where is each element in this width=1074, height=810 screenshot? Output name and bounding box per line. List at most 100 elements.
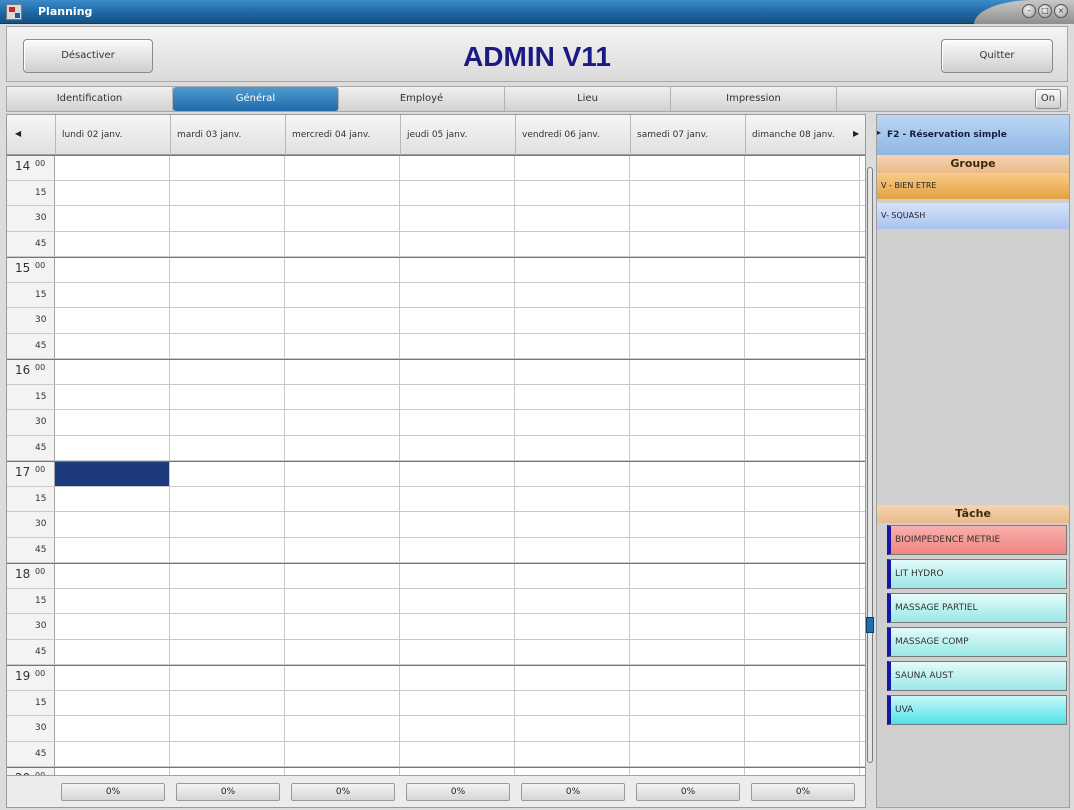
schedule-cell[interactable] xyxy=(285,614,400,639)
schedule-cell[interactable] xyxy=(55,588,170,613)
schedule-cell[interactable] xyxy=(745,639,860,664)
schedule-cell[interactable] xyxy=(285,564,400,588)
schedule-cell[interactable] xyxy=(285,410,400,435)
schedule-cell[interactable] xyxy=(285,360,400,384)
schedule-cell[interactable] xyxy=(170,384,285,409)
schedule-cell[interactable] xyxy=(515,156,630,180)
schedule-cell[interactable] xyxy=(745,435,860,460)
schedule-cell[interactable] xyxy=(745,360,860,384)
schedule-cell[interactable] xyxy=(285,282,400,307)
schedule-cell[interactable] xyxy=(55,206,170,231)
schedule-cell[interactable] xyxy=(400,360,515,384)
schedule-cell[interactable] xyxy=(285,666,400,690)
schedule-cell[interactable] xyxy=(55,282,170,307)
schedule-cell[interactable] xyxy=(745,258,860,282)
schedule-cell[interactable] xyxy=(285,588,400,613)
schedule-cell[interactable] xyxy=(745,537,860,562)
task-item[interactable]: UVA xyxy=(887,695,1067,725)
schedule-cell[interactable] xyxy=(630,462,745,486)
schedule-cell[interactable] xyxy=(285,486,400,511)
schedule-cell[interactable] xyxy=(515,512,630,537)
schedule-cell[interactable] xyxy=(515,206,630,231)
day-column-header[interactable]: jeudi 05 janv. xyxy=(400,115,515,155)
schedule-cell[interactable] xyxy=(400,537,515,562)
schedule-cell[interactable] xyxy=(55,690,170,715)
schedule-cell[interactable] xyxy=(630,180,745,205)
schedule-cell[interactable] xyxy=(285,537,400,562)
schedule-cell[interactable] xyxy=(285,231,400,256)
schedule-cell[interactable] xyxy=(630,588,745,613)
group-item[interactable]: V- SQUASH xyxy=(877,203,1069,229)
reservation-mode[interactable]: F2 - Réservation simple xyxy=(877,115,1069,155)
schedule-cell[interactable] xyxy=(745,512,860,537)
schedule-cell[interactable] xyxy=(745,282,860,307)
day-column-header[interactable]: mardi 03 janv. xyxy=(170,115,285,155)
schedule-cell[interactable] xyxy=(630,231,745,256)
schedule-cell[interactable] xyxy=(55,258,170,282)
schedule-cell[interactable] xyxy=(400,462,515,486)
schedule-cell[interactable] xyxy=(515,666,630,690)
schedule-cell[interactable] xyxy=(285,741,400,766)
schedule-cell[interactable] xyxy=(515,462,630,486)
schedule-cell[interactable] xyxy=(170,410,285,435)
schedule-cell[interactable] xyxy=(400,435,515,460)
schedule-cell[interactable] xyxy=(630,360,745,384)
schedule-cell[interactable] xyxy=(170,486,285,511)
schedule-cell[interactable] xyxy=(55,564,170,588)
schedule-cell[interactable] xyxy=(745,156,860,180)
schedule-cell[interactable] xyxy=(745,666,860,690)
schedule-cell[interactable] xyxy=(400,716,515,741)
schedule-cell[interactable] xyxy=(55,156,170,180)
schedule-cell[interactable] xyxy=(515,690,630,715)
schedule-cell[interactable] xyxy=(55,435,170,460)
schedule-cell[interactable] xyxy=(630,512,745,537)
schedule-cell[interactable] xyxy=(630,537,745,562)
schedule-cell[interactable] xyxy=(55,333,170,358)
schedule-cell[interactable] xyxy=(630,206,745,231)
schedule-cell[interactable] xyxy=(400,614,515,639)
schedule-cell[interactable] xyxy=(170,690,285,715)
schedule-cell[interactable] xyxy=(745,410,860,435)
schedule-cell[interactable] xyxy=(55,639,170,664)
close-icon[interactable]: × xyxy=(1054,4,1068,18)
schedule-cell[interactable] xyxy=(630,486,745,511)
schedule-cell[interactable] xyxy=(170,666,285,690)
task-item[interactable]: LIT HYDRO xyxy=(887,559,1067,589)
schedule-cell[interactable] xyxy=(170,614,285,639)
schedule-cell[interactable] xyxy=(515,716,630,741)
tab-impression[interactable]: Impression xyxy=(671,87,837,111)
schedule-cell[interactable] xyxy=(400,639,515,664)
schedule-cell[interactable] xyxy=(285,512,400,537)
schedule-cell[interactable] xyxy=(400,512,515,537)
schedule-cell[interactable] xyxy=(285,716,400,741)
task-item[interactable]: SAUNA AUST xyxy=(887,661,1067,691)
schedule-cell[interactable] xyxy=(745,384,860,409)
previous-week-arrow-icon[interactable]: ◀ xyxy=(15,129,21,138)
schedule-cell[interactable] xyxy=(745,588,860,613)
schedule-cell[interactable] xyxy=(630,333,745,358)
schedule-cell[interactable] xyxy=(285,462,400,486)
schedule-cell[interactable] xyxy=(170,741,285,766)
day-column-header[interactable]: lundi 02 janv. xyxy=(55,115,170,155)
schedule-cell[interactable] xyxy=(745,690,860,715)
schedule-cell[interactable] xyxy=(400,282,515,307)
schedule-cell[interactable] xyxy=(400,156,515,180)
schedule-cell[interactable] xyxy=(515,258,630,282)
schedule-cell[interactable] xyxy=(400,333,515,358)
schedule-cell[interactable] xyxy=(170,258,285,282)
schedule-cell[interactable] xyxy=(285,690,400,715)
schedule-cell[interactable] xyxy=(515,741,630,766)
schedule-cell[interactable] xyxy=(515,486,630,511)
vertical-scrollbar[interactable] xyxy=(863,155,877,775)
schedule-cell[interactable] xyxy=(400,206,515,231)
task-item[interactable]: MASSAGE PARTIEL xyxy=(887,593,1067,623)
schedule-cell[interactable] xyxy=(745,564,860,588)
tab-general[interactable]: Général xyxy=(173,87,339,111)
schedule-cell[interactable] xyxy=(285,258,400,282)
schedule-cell[interactable] xyxy=(630,282,745,307)
schedule-cell[interactable] xyxy=(745,716,860,741)
schedule-cell[interactable] xyxy=(170,564,285,588)
schedule-cell[interactable] xyxy=(55,486,170,511)
schedule-cell[interactable] xyxy=(400,741,515,766)
schedule-cell[interactable] xyxy=(745,741,860,766)
